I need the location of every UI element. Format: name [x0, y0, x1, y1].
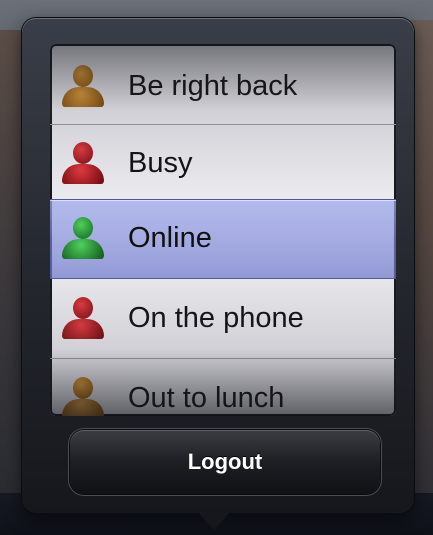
status-option-label: Out to lunch — [128, 381, 285, 414]
logout-button-label: Logout — [187, 449, 263, 474]
status-picker-wheel[interactable]: Be right back Busy Online On the phone O… — [50, 44, 396, 416]
person-away-icon — [60, 375, 106, 416]
person-away-icon — [60, 63, 106, 109]
status-option-on-the-phone[interactable]: On the phone — [52, 280, 394, 356]
status-option-be-right-back[interactable]: Be right back — [52, 48, 394, 124]
status-option-out-to-lunch[interactable]: Out to lunch — [52, 360, 394, 416]
status-option-label: On the phone — [128, 301, 304, 334]
logout-button[interactable]: Logout — [70, 430, 380, 494]
person-busy-icon — [60, 140, 106, 186]
status-option-online[interactable]: Online — [52, 200, 394, 276]
row-divider — [50, 358, 396, 359]
person-online-icon — [60, 215, 106, 261]
screen: Be right back Busy Online On the phone O… — [0, 0, 433, 535]
status-option-busy[interactable]: Busy — [52, 125, 394, 201]
status-option-label: Busy — [128, 146, 193, 179]
person-busy-icon — [60, 295, 106, 341]
status-popover: Be right back Busy Online On the phone O… — [22, 18, 414, 513]
status-option-label: Be right back — [128, 69, 298, 102]
popover-arrow — [196, 510, 232, 530]
status-option-label: Online — [128, 221, 212, 254]
